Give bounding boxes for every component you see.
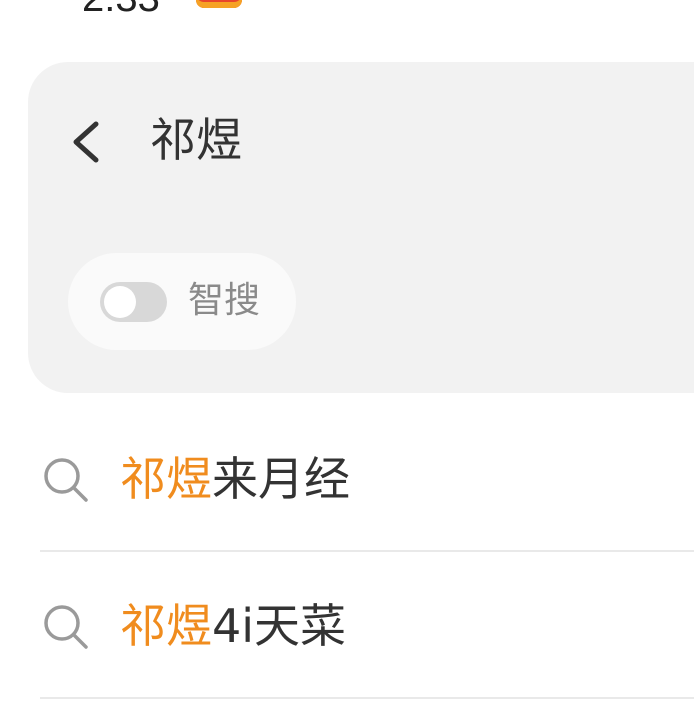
suggestion-item[interactable]: 祁煜4i天菜 [0,552,694,698]
search-header: 祁煜 智搜 [28,62,694,393]
toggle-knob [104,286,136,318]
suggestion-highlight: 祁煜 [120,452,212,506]
suggestion-rest: 4i天菜 [212,599,347,653]
divider [40,697,694,699]
search-icon [42,455,90,503]
app-notification-icon [196,0,242,8]
search-input[interactable]: 祁煜 [150,112,242,168]
smart-search-toggle[interactable]: 智搜 [68,253,296,350]
suggestion-highlight: 祁煜 [120,599,212,653]
suggestion-text: 祁煜4i天菜 [120,597,346,655]
search-icon [42,602,90,650]
status-time: 2:33 [82,0,160,20]
suggestion-item[interactable]: 祁煜来月经 [0,405,694,551]
smart-search-label: 智搜 [188,280,261,321]
toggle-switch[interactable] [100,282,167,322]
chevron-left-icon [73,121,99,163]
back-button[interactable] [66,116,110,168]
suggestion-rest: 来月经 [212,452,350,506]
suggestion-text: 祁煜来月经 [120,450,350,508]
